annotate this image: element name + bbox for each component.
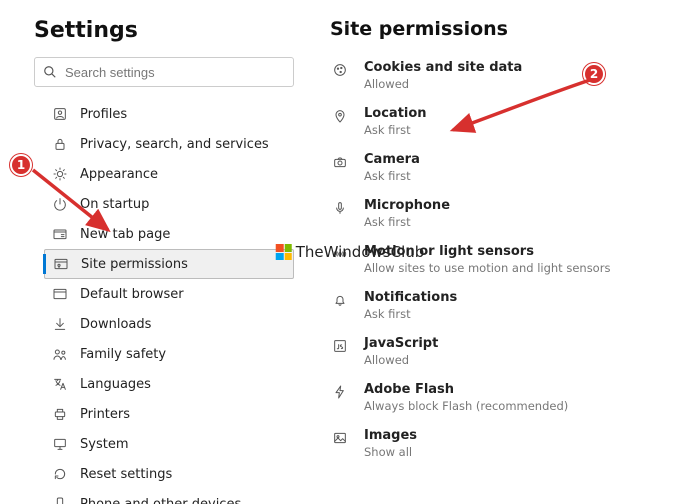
perm-title: Cookies and site data: [364, 60, 522, 75]
perm-motion-sensors[interactable]: Motion or light sensors Allow sites to u…: [330, 244, 690, 275]
nav-label: System: [80, 437, 128, 452]
perm-sub: Allow sites to use motion and light sens…: [364, 261, 610, 275]
system-icon: [52, 436, 68, 452]
profiles-icon: [52, 106, 68, 122]
microphone-icon: [330, 198, 350, 229]
camera-icon: [330, 152, 350, 183]
cookie-icon: [330, 60, 350, 91]
appearance-icon: [52, 166, 68, 182]
lock-icon: [52, 136, 68, 152]
nav-label: Languages: [80, 377, 151, 392]
perm-notifications[interactable]: Notifications Ask first: [330, 290, 690, 321]
nav-system[interactable]: System: [44, 429, 294, 459]
search-icon: [43, 65, 57, 79]
perm-javascript[interactable]: JavaScript Allowed: [330, 336, 690, 367]
nav-label: Phone and other devices: [80, 497, 241, 504]
nav-languages[interactable]: Languages: [44, 369, 294, 399]
nav-label: Default browser: [80, 287, 184, 302]
perm-sub: Always block Flash (recommended): [364, 399, 568, 413]
perm-camera[interactable]: Camera Ask first: [330, 152, 690, 183]
perm-microphone[interactable]: Microphone Ask first: [330, 198, 690, 229]
settings-sidebar: Settings Profiles Privacy, search, and s…: [34, 18, 294, 492]
perm-sub: Ask first: [364, 215, 450, 229]
browser-icon: [52, 286, 68, 302]
search-settings-input[interactable]: [65, 65, 285, 80]
nav-reset[interactable]: Reset settings: [44, 459, 294, 489]
phone-icon: [52, 496, 68, 504]
settings-title: Settings: [34, 18, 294, 43]
perm-title: Notifications: [364, 290, 457, 305]
annotation-badge-1: 1: [10, 154, 32, 176]
perm-flash[interactable]: Adobe Flash Always block Flash (recommen…: [330, 382, 690, 413]
perm-sub: Ask first: [364, 169, 420, 183]
permissions-icon: [53, 256, 69, 272]
perm-title: Microphone: [364, 198, 450, 213]
nav-appearance[interactable]: Appearance: [44, 159, 294, 189]
nav-startup[interactable]: On startup: [44, 189, 294, 219]
new-tab-icon: [52, 226, 68, 242]
perm-title: Images: [364, 428, 417, 443]
perm-images[interactable]: Images Show all: [330, 428, 690, 459]
reset-icon: [52, 466, 68, 482]
flash-icon: [330, 382, 350, 413]
nav-privacy[interactable]: Privacy, search, and services: [44, 129, 294, 159]
perm-title: Camera: [364, 152, 420, 167]
nav-default-browser[interactable]: Default browser: [44, 279, 294, 309]
sensors-icon: [330, 244, 350, 275]
perm-title: JavaScript: [364, 336, 438, 351]
perm-sub: Ask first: [364, 123, 427, 137]
nav-label: Downloads: [80, 317, 151, 332]
perm-title: Adobe Flash: [364, 382, 568, 397]
nav-profiles[interactable]: Profiles: [44, 99, 294, 129]
settings-nav: Profiles Privacy, search, and services A…: [34, 99, 294, 504]
perm-sub: Ask first: [364, 307, 457, 321]
nav-label: Reset settings: [80, 467, 172, 482]
perm-title: Location: [364, 106, 427, 121]
languages-icon: [52, 376, 68, 392]
permissions-list: Cookies and site data Allowed Location A…: [330, 60, 690, 459]
nav-printers[interactable]: Printers: [44, 399, 294, 429]
perm-title: Motion or light sensors: [364, 244, 610, 259]
main-panel: Site permissions Cookies and site data A…: [294, 18, 700, 492]
nav-label: On startup: [80, 197, 149, 212]
nav-label: Profiles: [80, 107, 127, 122]
nav-label: Family safety: [80, 347, 166, 362]
nav-family[interactable]: Family safety: [44, 339, 294, 369]
nav-label: Appearance: [80, 167, 158, 182]
annotation-badge-2: 2: [583, 63, 605, 85]
images-icon: [330, 428, 350, 459]
js-icon: [330, 336, 350, 367]
nav-new-tab[interactable]: New tab page: [44, 219, 294, 249]
perm-sub: Show all: [364, 445, 417, 459]
perm-location[interactable]: Location Ask first: [330, 106, 690, 137]
search-settings-box[interactable]: [34, 57, 294, 87]
perm-cookies[interactable]: Cookies and site data Allowed: [330, 60, 690, 91]
nav-label: Printers: [80, 407, 130, 422]
perm-sub: Allowed: [364, 353, 438, 367]
power-icon: [52, 196, 68, 212]
location-icon: [330, 106, 350, 137]
nav-site-permissions[interactable]: Site permissions: [44, 249, 294, 279]
family-icon: [52, 346, 68, 362]
nav-label: Site permissions: [81, 257, 188, 272]
nav-phone[interactable]: Phone and other devices: [44, 489, 294, 504]
nav-downloads[interactable]: Downloads: [44, 309, 294, 339]
printer-icon: [52, 406, 68, 422]
main-heading: Site permissions: [330, 18, 690, 40]
bell-icon: [330, 290, 350, 321]
download-icon: [52, 316, 68, 332]
nav-label: New tab page: [80, 227, 170, 242]
perm-sub: Allowed: [364, 77, 522, 91]
nav-label: Privacy, search, and services: [80, 137, 269, 152]
